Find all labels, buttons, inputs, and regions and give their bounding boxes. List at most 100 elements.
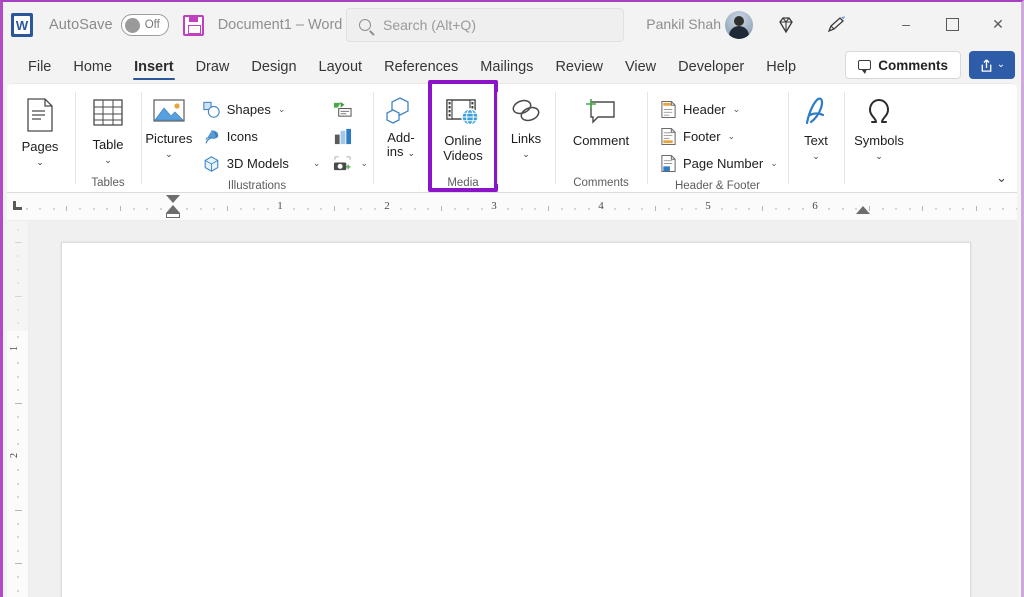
icons-button[interactable]: Icons [197, 123, 326, 150]
left-indent-marker[interactable] [166, 213, 180, 218]
tab-home[interactable]: Home [62, 59, 123, 83]
ruler-tick [186, 208, 188, 210]
add-ins-chevron-down-icon[interactable]: ⌄ [408, 148, 416, 158]
tab-view[interactable]: View [614, 59, 667, 83]
pictures-chevron-down-icon[interactable]: ⌄ [165, 147, 173, 162]
screenshot-chevron-down-icon[interactable]: ⌄ [360, 158, 368, 169]
add-ins-button-label-line2: ins [387, 144, 404, 159]
3d-models-button[interactable]: 3D Models ⌄ [197, 150, 326, 177]
tab-developer[interactable]: Developer [667, 59, 755, 83]
diamond-icon[interactable] [773, 12, 799, 38]
right-indent-marker[interactable] [856, 206, 870, 214]
add-ins-icon [384, 96, 418, 126]
ruler-tick [320, 208, 322, 210]
header-chevron-down-icon[interactable]: ⌄ [733, 104, 741, 115]
vertical-ruler[interactable]: 12 [7, 221, 29, 597]
tab-design[interactable]: Design [240, 59, 307, 83]
ruler-tick [26, 208, 28, 210]
share-button[interactable]: ⌄ [969, 51, 1015, 79]
ruler-tick [842, 208, 844, 210]
avatar[interactable] [725, 11, 753, 39]
header-button[interactable]: Header ⌄ [655, 96, 783, 123]
tab-draw[interactable]: Draw [185, 59, 241, 83]
ribbon-group-pages: Pages ⌄ [7, 84, 75, 192]
ruler-tick [93, 208, 95, 210]
links-chevron-down-icon[interactable]: ⌄ [522, 147, 530, 162]
new-comment-button[interactable]: Comment [555, 90, 647, 148]
text-chevron-down-icon[interactable]: ⌄ [812, 149, 820, 164]
symbols-chevron-down-icon[interactable]: ⌄ [875, 149, 883, 164]
illustrations-small-buttons: Shapes ⌄ Icons [197, 90, 326, 177]
document-canvas[interactable] [29, 221, 1017, 597]
tab-insert[interactable]: Insert [123, 59, 185, 83]
pages-button[interactable]: Pages ⌄ [7, 90, 73, 170]
vertical-ruler-tick [17, 376, 19, 378]
links-button[interactable]: Links ⌄ [497, 90, 555, 162]
text-group-label [788, 174, 844, 192]
tab-help[interactable]: Help [755, 59, 807, 83]
comments-button[interactable]: Comments [845, 51, 961, 79]
vertical-ruler-tick [15, 563, 22, 564]
shapes-button[interactable]: Shapes ⌄ [197, 96, 326, 123]
document-title[interactable]: Document1 – Word [218, 17, 343, 33]
ruler-tick [253, 208, 255, 210]
tab-file[interactable]: File [17, 59, 62, 83]
minimize-button[interactable]: – [883, 2, 929, 46]
chart-button[interactable] [327, 123, 373, 150]
ribbon-collapse-chevron-icon[interactable]: ⌄ [996, 170, 1007, 186]
links-chain-icon [509, 96, 543, 126]
symbols-button-label: Symbols [854, 133, 904, 148]
ruler-tick [695, 208, 697, 210]
ruler-tick [441, 206, 442, 211]
close-button[interactable]: ✕ [975, 2, 1021, 46]
shapes-button-label: Shapes [227, 102, 271, 117]
first-line-indent-marker[interactable] [166, 195, 180, 203]
table-button[interactable]: Table ⌄ [75, 90, 141, 168]
maximize-button[interactable] [929, 2, 975, 46]
comments-group-label: Comments [555, 174, 647, 192]
3d-models-chevron-down-icon[interactable]: ⌄ [313, 158, 321, 169]
icons-button-label: Icons [227, 129, 258, 144]
horizontal-ruler[interactable]: 123456 [7, 193, 1017, 221]
ruler-tick [628, 208, 630, 210]
ruler-tick [1016, 208, 1017, 210]
ruler-tick [588, 208, 590, 210]
ruler-number: 3 [491, 200, 497, 212]
footer-chevron-down-icon[interactable]: ⌄ [728, 131, 736, 142]
save-floppy-icon[interactable] [183, 15, 204, 36]
hanging-indent-marker[interactable] [166, 205, 180, 213]
media-group-label: Media [429, 174, 497, 192]
tab-review[interactable]: Review [544, 59, 614, 83]
vertical-ruler-tick [17, 469, 19, 471]
text-button[interactable]: Text ⌄ [788, 90, 844, 164]
smartart-button[interactable] [327, 96, 373, 123]
ruler-tick [414, 208, 416, 210]
search-input[interactable]: Search (Alt+Q) [346, 8, 624, 42]
footer-icon [660, 127, 677, 146]
pictures-icon [151, 96, 187, 126]
shapes-chevron-down-icon[interactable]: ⌄ [278, 104, 286, 115]
ruler-tick [828, 208, 830, 210]
pages-chevron-down-icon[interactable]: ⌄ [36, 155, 44, 170]
new-comment-icon [583, 96, 619, 128]
add-ins-button[interactable]: Add- ins⌄ [373, 90, 429, 160]
ruler-tick [360, 208, 362, 210]
3d-models-button-label: 3D Models [227, 156, 289, 171]
page-number-chevron-down-icon[interactable]: ⌄ [770, 158, 778, 169]
autosave-state-label: Off [145, 19, 160, 31]
symbols-button[interactable]: Symbols ⌄ [844, 90, 914, 164]
page-number-button[interactable]: Page Number ⌄ [655, 150, 783, 177]
ruler-number: 6 [812, 200, 818, 212]
pictures-button[interactable]: Pictures ⌄ [141, 90, 197, 162]
screenshot-button[interactable]: ⌄ [327, 150, 373, 177]
pen-edit-icon[interactable] [823, 12, 849, 38]
autosave-toggle[interactable]: Off [121, 14, 169, 36]
ruler-tick [481, 208, 483, 210]
word-logo-icon[interactable]: W [11, 13, 33, 37]
tab-layout[interactable]: Layout [308, 59, 374, 83]
online-videos-button[interactable]: Online Videos [429, 90, 497, 163]
document-page[interactable] [61, 242, 971, 597]
ruler-tick [267, 208, 269, 210]
table-chevron-down-icon[interactable]: ⌄ [104, 153, 112, 168]
footer-button[interactable]: Footer ⌄ [655, 123, 783, 150]
